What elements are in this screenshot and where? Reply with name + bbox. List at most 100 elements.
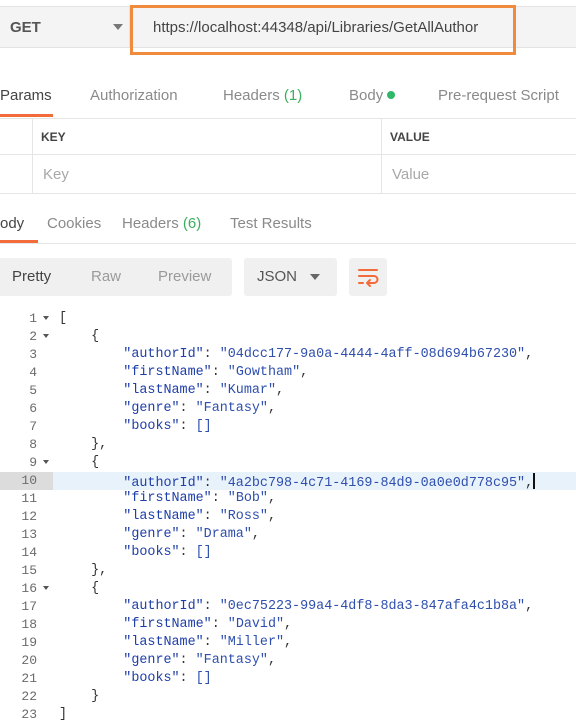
line-gutter: 17 [0,598,53,616]
code-text: [ [59,311,68,326]
line-number: 20 [21,653,37,668]
json-key: "genre" [123,401,180,416]
line-number: 1 [29,311,37,326]
preview-button[interactable]: Preview [158,268,211,285]
chevron-down-icon [310,274,320,280]
params-table: KEY VALUE Key Value [0,118,576,194]
format-label: JSON [257,268,298,285]
url-input[interactable]: https://localhost:44348/api/Libraries/Ge… [130,6,576,48]
tab-authorization[interactable]: Authorization [90,87,178,104]
json-value: "David" [227,617,285,632]
code-line: 10 "authorId": "4a2bc798-4c71-4169-84d9-… [0,472,576,491]
tab-response-headers[interactable]: Headers (6) [122,215,201,232]
response-tabs: ody Cookies Headers (6) Test Results [0,202,576,244]
tab-params[interactable]: Params [0,87,52,104]
wrap-lines-icon [358,269,379,287]
headers-count: (1) [283,87,303,104]
json-value: "Fantasy" [195,653,268,668]
fold-arrow-icon[interactable] [43,460,49,464]
line-number: 6 [29,401,37,416]
json-key: "authorId" [123,347,204,362]
json-value: "4a2bc798-4c71-4169-84d9-0a0e0d778c95" [219,476,526,491]
line-number: 23 [21,707,37,722]
line-gutter: 3 [0,346,53,364]
code-text: "books": [] [123,419,212,434]
url-text: https://localhost:44348/api/Libraries/Ge… [153,19,479,36]
line-number: 19 [21,635,37,650]
tab-response-body[interactable]: ody [0,215,24,232]
line-number: 13 [21,527,37,542]
code-text: "authorId": "04dcc177-9a0a-4444-4aff-08d… [123,347,534,362]
line-number: 15 [21,563,37,578]
code-line: 15 }, [0,562,576,580]
line-number: 4 [29,365,37,380]
fold-arrow-icon[interactable] [43,334,49,338]
format-select[interactable]: JSON [244,258,337,296]
line-number: 17 [21,599,37,614]
tab-authorization-label: Authorization [90,87,178,104]
value-input[interactable]: Value [392,166,429,183]
line-gutter: 5 [0,382,53,400]
code-text: "lastName": "Ross", [123,509,276,524]
tab-prerequest-script[interactable]: Pre-request Script [438,87,559,104]
code-text: { [59,455,100,470]
method-select[interactable]: GET [0,6,130,48]
code-text: "lastName": "Kumar", [123,383,285,398]
tab-response-body-label: ody [0,215,25,232]
active-response-tab-indicator [0,240,38,243]
code-text: ] [59,707,68,722]
code-line: 17 "authorId": "0ec75223-99a4-4df8-8da3-… [0,598,576,616]
json-value: [] [195,671,212,686]
pretty-button[interactable]: Pretty [12,268,51,285]
json-value: [] [195,419,212,434]
line-number: 7 [29,419,37,434]
code-text: }, [59,563,108,578]
code-line: 19 "lastName": "Miller", [0,634,576,652]
code-line: 8 }, [0,436,576,454]
view-mode-group: Pretty Raw Preview [0,258,232,296]
tab-cookies[interactable]: Cookies [47,215,101,232]
tab-body[interactable]: Body [349,87,396,104]
line-gutter: 16 [0,580,53,598]
code-text: "genre": "Drama", [123,527,260,542]
column-divider [381,155,382,193]
line-number: 12 [21,509,37,524]
line-gutter: 23 [0,706,53,724]
code-line: 6 "genre": "Fantasy", [0,400,576,418]
line-number: 22 [21,689,37,704]
line-number: 3 [29,347,37,362]
raw-button[interactable]: Raw [91,268,121,285]
json-key: "firstName" [123,617,212,632]
wrap-lines-button[interactable] [349,258,387,296]
line-gutter: 9 [0,454,53,472]
fold-arrow-icon[interactable] [43,316,49,320]
code-text: "books": [] [123,671,212,686]
code-line: 9 { [0,454,576,472]
json-value: "Bob" [227,491,268,506]
json-key: "books" [123,419,180,434]
tab-test-results[interactable]: Test Results [230,215,312,232]
json-key: "genre" [123,527,180,542]
json-value: "Fantasy" [195,401,268,416]
tab-headers[interactable]: Headers (1) [223,87,302,104]
json-key: "lastName" [123,509,204,524]
json-key: "authorId" [123,599,204,614]
code-line: 2 { [0,328,576,346]
response-body-editor[interactable]: 1[2 {3 "authorId": "04dcc177-9a0a-4444-4… [0,310,576,724]
code-text: }, [59,437,108,452]
json-key: "genre" [123,653,180,668]
line-gutter: 1 [0,310,53,328]
line-number: 5 [29,383,37,398]
column-divider [381,119,382,154]
json-value: "Miller" [219,635,285,650]
code-line: 1[ [0,310,576,328]
line-gutter: 2 [0,328,53,346]
value-column-header: VALUE [390,130,430,144]
line-number: 8 [29,437,37,452]
tab-response-headers-label: Headers [122,215,179,232]
line-gutter: 11 [0,490,53,508]
fold-arrow-icon[interactable] [43,586,49,590]
code-text: "authorId": "0ec75223-99a4-4df8-8da3-847… [123,599,534,614]
response-toolbar: Pretty Raw Preview JSON [0,258,576,298]
key-input[interactable]: Key [43,166,69,183]
